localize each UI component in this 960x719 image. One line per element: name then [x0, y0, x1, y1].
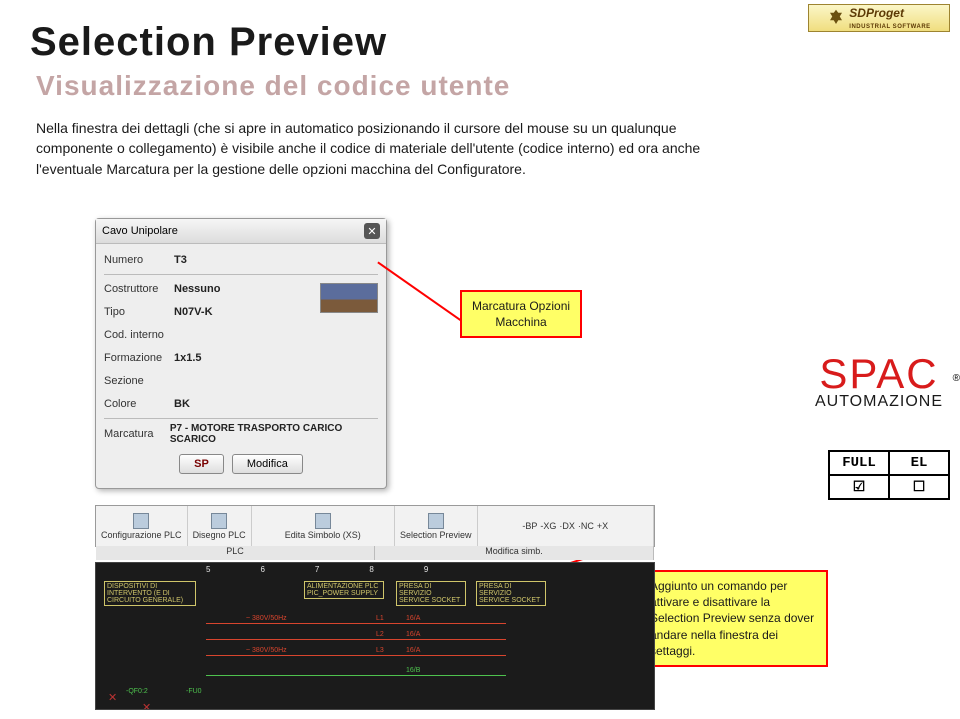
cad-wire-l1 [206, 623, 506, 624]
toolbar-lbl-1: Disegno PLC [193, 530, 246, 540]
lbl-codint: Cod. interno [104, 329, 174, 341]
cad-comp-qf: -QF0:2 [126, 688, 148, 695]
toolbar-lbl-2: Edita Simbolo (XS) [285, 530, 361, 540]
cad-cross-icon-2: ✕ [142, 701, 151, 710]
col-7: 7 [315, 565, 319, 575]
modifica-button[interactable]: Modifica [232, 454, 303, 474]
sdproget-sub: INDUSTRIAL SOFTWARE [849, 24, 930, 30]
val-marcatura: P7 - MOTORE TRASPORTO CARICO SCARICO [170, 423, 378, 445]
col-6: 6 [260, 565, 264, 575]
spac-big: SPAC [808, 355, 950, 393]
cad-amp-l2: 16/A [406, 631, 420, 638]
lbl-sezione: Sezione [104, 375, 174, 387]
ribbon-toolbar: Configurazione PLC Disegno PLC Edita Sim… [95, 505, 655, 547]
cad-wire-l2 [206, 639, 506, 640]
col-9: 9 [424, 565, 428, 575]
cad-column-headers: 5 6 7 8 9 [206, 565, 428, 575]
toolbar-item-edita-simbolo[interactable]: Edita Simbolo (XS) [252, 506, 395, 546]
gear-icon [827, 9, 845, 27]
cad-amp-pe: 16/B [406, 667, 420, 674]
disegno-plc-icon [211, 513, 227, 529]
callout-comando: Aggiunto un comando per attivare e disat… [638, 570, 828, 667]
dialog-titlebar: Cavo Unipolare ✕ [96, 219, 386, 244]
toolbar-item-selection-preview[interactable]: Selection Preview [395, 506, 478, 546]
cad-amp-l3: 16/A [406, 647, 420, 654]
col-5: 5 [206, 565, 210, 575]
el-label: EL [889, 451, 949, 475]
lbl-tipo: Tipo [104, 306, 174, 318]
toolbar-bottom-strip: PLC Modifica simb. [96, 546, 654, 560]
cad-tag-l2: L2 [376, 631, 384, 638]
lbl-marcatura: Marcatura [104, 428, 170, 440]
page-title: Selection Preview [30, 20, 387, 65]
selection-preview-icon [428, 513, 444, 529]
page-subtitle: Visualizzazione del codice utente [36, 70, 510, 102]
val-formazione: 1x1.5 [174, 352, 202, 364]
toolbar-bottom-1: Modifica simb. [375, 546, 654, 560]
news-vertical-text: News [950, 35, 960, 105]
lbl-colore: Colore [104, 398, 174, 410]
lbl-formazione: Formazione [104, 352, 174, 364]
body-text: Nella finestra dei dettagli (che si apre… [36, 118, 716, 179]
cad-wire-l3 [206, 655, 506, 656]
close-icon[interactable]: ✕ [364, 223, 380, 239]
sp-button[interactable]: SP [179, 454, 224, 474]
cad-block-3: PRESA DI SERVIZIO SERVICE SOCKET [476, 581, 546, 606]
iconstrip-2[interactable]: ·DX [559, 521, 575, 531]
spac-small: AUTOMAZIONE [815, 393, 943, 410]
edita-simbolo-icon [315, 513, 331, 529]
sdproget-brand: SDProget [849, 6, 904, 20]
toolbar-lbl-0: Configurazione PLC [101, 530, 182, 540]
cad-txt-l1-v: ~ 380V/50Hz [246, 615, 287, 622]
callout-marcatura: Marcatura Opzioni Macchina [460, 290, 582, 338]
lbl-costruttore: Costruttore [104, 283, 174, 295]
iconstrip-4[interactable]: +X [597, 521, 608, 531]
val-numero: T3 [174, 254, 187, 266]
full-el-table: FULL EL ☑ ☐ [828, 450, 950, 500]
spac-logo: SPAC AUTOMAZIONE ® [808, 355, 950, 411]
iconstrip-1[interactable]: -XG [540, 521, 556, 531]
iconstrip-3[interactable]: ·NC [578, 521, 594, 531]
toolbar-lbl-3: Selection Preview [400, 530, 472, 540]
sdproget-logo: SDProget INDUSTRIAL SOFTWARE [808, 4, 950, 32]
val-colore: BK [174, 398, 190, 410]
cad-comp-fu: -FU0 [186, 688, 202, 695]
lbl-numero: Numero [104, 254, 174, 266]
toolbar-bottom-0: PLC [96, 546, 375, 560]
callout2-text: Aggiunto un comando per attivare e disat… [650, 579, 814, 658]
cad-highlight-circle [444, 562, 474, 563]
col-8: 8 [369, 565, 373, 575]
el-check: ☐ [889, 475, 949, 499]
cad-block-2: PRESA DI SERVIZIO SERVICE SOCKET [396, 581, 466, 606]
cad-txt-l3-v: ~ 380V/50Hz [246, 647, 287, 654]
cad-amp-l1: 16/A [406, 615, 420, 622]
dialog-title: Cavo Unipolare [102, 225, 178, 237]
cad-canvas: 5 6 7 8 9 DISPOSITIVI DI INTERVENTO (E D… [95, 562, 655, 710]
config-plc-icon [133, 513, 149, 529]
iconstrip-0[interactable]: -BP [522, 521, 537, 531]
toolbar-iconstrip: -BP -XG ·DX ·NC +X [478, 506, 654, 546]
callout1-line1: Marcatura Opzioni [472, 299, 570, 313]
cad-cross-icon-1: ✕ [108, 691, 117, 704]
cad-tag-l1: L1 [376, 615, 384, 622]
full-label: FULL [829, 451, 889, 475]
val-costruttore: Nessuno [174, 283, 220, 295]
registered-mark: ® [953, 373, 960, 384]
toolbar-item-config-plc[interactable]: Configurazione PLC [96, 506, 188, 546]
cad-tag-l3: L3 [376, 647, 384, 654]
cad-wire-pe [206, 675, 506, 676]
full-check: ☑ [829, 475, 889, 499]
cad-block-1: ALIMENTAZIONE PLC PIC_POWER SUPPLY [304, 581, 384, 599]
val-tipo: N07V-K [174, 306, 213, 318]
cad-block-0: DISPOSITIVI DI INTERVENTO (E DI CIRCUITO… [104, 581, 196, 606]
callout1-line2: Macchina [495, 315, 546, 329]
toolbar-item-disegno-plc[interactable]: Disegno PLC [188, 506, 252, 546]
